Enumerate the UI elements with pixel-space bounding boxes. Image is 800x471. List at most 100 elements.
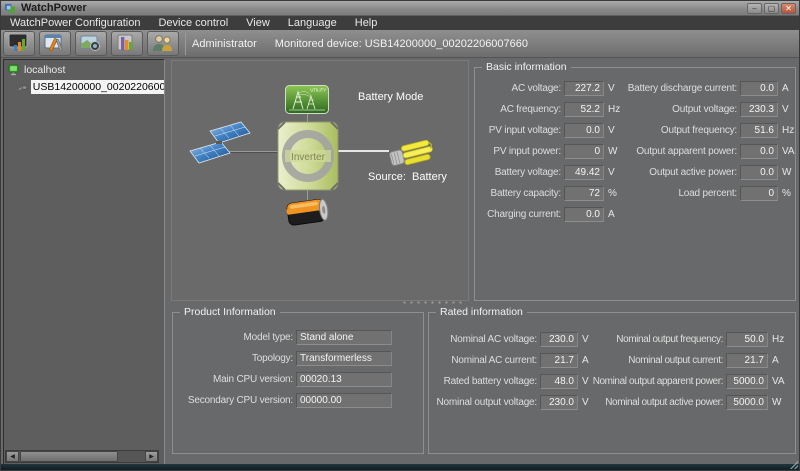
field-unit: VA	[782, 146, 795, 157]
watchpower-window: WatchPower – ▢ ✕ WatchPower Configuratio…	[0, 0, 800, 471]
monitoring-button[interactable]	[3, 31, 35, 56]
field-value: 227.2	[564, 81, 604, 96]
field-row: PV input voltage:0.0V	[479, 122, 620, 138]
field-value: 48.0	[540, 374, 578, 389]
tree-item-localhost[interactable]: localhost	[4, 60, 164, 78]
monitor-chart-icon	[7, 33, 31, 54]
field-row: Output active power:0.0 W	[619, 164, 795, 180]
field-value: 0.0	[564, 207, 604, 222]
product-information-panel: Product Information Model type:Stand alo…	[172, 312, 424, 454]
field-row: Nominal output active power:5000.0W	[583, 394, 785, 410]
splitter-grip[interactable]	[401, 300, 463, 305]
field-unit: Hz	[782, 125, 794, 136]
field-row: Load percent:0%	[619, 185, 795, 201]
field-label: Output frequency:	[619, 125, 737, 136]
menu-help[interactable]: Help	[346, 16, 387, 30]
toolbar-separator	[185, 33, 186, 55]
scroll-left-icon: ◀	[10, 454, 15, 460]
menu-language[interactable]: Language	[279, 16, 346, 30]
field-row: Secondary CPU version:00000.00	[181, 392, 392, 408]
current-user-label: Administrator	[192, 38, 257, 50]
close-button[interactable]: ✕	[781, 3, 796, 14]
user-management-button[interactable]	[147, 31, 179, 56]
field-value: Transformerless	[296, 351, 392, 366]
data-log-button[interactable]	[111, 31, 143, 56]
field-label: Load percent:	[619, 188, 737, 199]
basic-information-left-column: AC voltage:227.2VAC frequency:52.2HzPV i…	[479, 80, 620, 227]
field-value: 230.0	[540, 395, 578, 410]
field-value: 230.3	[740, 102, 778, 117]
field-unit: A	[608, 209, 615, 220]
field-value: 72	[564, 186, 604, 201]
battery-icon	[285, 197, 331, 229]
field-unit: W	[782, 167, 791, 178]
field-unit: Hz	[772, 334, 784, 345]
field-label: Output apparent power:	[619, 146, 737, 157]
product-information-title: Product Information	[180, 306, 280, 318]
field-label: Nominal AC current:	[433, 355, 537, 366]
app-icon	[5, 3, 16, 14]
rated-information-right-column: Nominal output frequency:50.0HzNominal o…	[583, 331, 785, 415]
utility-icon-label: UTILITY	[310, 88, 326, 93]
field-label: Nominal output apparent power:	[583, 376, 723, 387]
field-unit: V	[608, 125, 615, 136]
field-label: Topology:	[181, 353, 293, 364]
menu-device-control[interactable]: Device control	[149, 16, 237, 30]
basic-information-panel: Basic information AC voltage:227.2VAC fr…	[474, 67, 796, 301]
field-value: 0.0	[740, 81, 778, 96]
field-row: Nominal output frequency:50.0 Hz	[583, 331, 785, 347]
field-unit: A	[772, 355, 779, 366]
scrollbar-track[interactable]	[19, 451, 145, 462]
tree-horizontal-scrollbar: ◀ ▶	[5, 450, 159, 463]
field-value: 0	[564, 144, 604, 159]
rated-information-title: Rated information	[436, 306, 527, 318]
tree-item-device[interactable]: USB14200000_00202206007660	[4, 78, 164, 94]
field-row: Main CPU version:00020.13	[181, 371, 392, 387]
field-value: 0.0	[564, 123, 604, 138]
field-unit: A	[782, 83, 789, 94]
tree-device-label: USB14200000_00202206007660	[31, 80, 164, 94]
field-label: Output active power:	[619, 167, 737, 178]
field-value: 50.0	[726, 332, 768, 347]
field-row: AC frequency:52.2Hz	[479, 101, 620, 117]
bulb-load-icon	[388, 135, 436, 173]
field-row: Nominal AC voltage:230.0V	[433, 331, 589, 347]
screenshot-button[interactable]	[75, 31, 107, 56]
field-unit: W	[608, 146, 617, 157]
field-label: Battery capacity:	[479, 188, 561, 199]
field-row: PV input power:0W	[479, 143, 620, 159]
minimize-button[interactable]: –	[747, 3, 762, 14]
field-label: Battery discharge current:	[619, 83, 737, 94]
scrollbar-thumb[interactable]	[20, 451, 118, 462]
field-row: Model type:Stand alone	[181, 329, 392, 345]
menu-watchpower-configuration[interactable]: WatchPower Configuration	[1, 16, 149, 30]
field-value: 49.42	[564, 165, 604, 180]
solar-panel-icon	[186, 119, 252, 173]
menu-view[interactable]: View	[237, 16, 279, 30]
field-unit: V	[782, 104, 789, 115]
field-label: Nominal output frequency:	[583, 334, 723, 345]
field-label: Nominal output current:	[583, 355, 723, 366]
minimize-icon: –	[752, 4, 756, 13]
field-unit: %	[608, 188, 617, 199]
scroll-right-button[interactable]: ▶	[145, 451, 158, 462]
field-value: 00000.00	[296, 393, 392, 408]
maximize-button[interactable]: ▢	[764, 3, 779, 14]
field-row: Rated battery voltage:48.0V	[433, 373, 589, 389]
user-management-icon	[151, 33, 175, 54]
rated-information-left-column: Nominal AC voltage:230.0V Nominal AC curr…	[433, 331, 589, 415]
resize-grip[interactable]	[790, 461, 798, 469]
source-label: Source: Battery	[368, 171, 447, 183]
close-icon: ✕	[785, 4, 792, 13]
monitored-device-label: Monitored device:	[275, 38, 362, 50]
field-label: Nominal output voltage:	[433, 397, 537, 408]
scroll-right-icon: ▶	[149, 454, 154, 460]
field-row: Nominal output apparent power:5000.0VA	[583, 373, 785, 389]
field-label: Charging current:	[479, 209, 561, 220]
field-value: 0.0	[740, 165, 778, 180]
field-label: Nominal AC voltage:	[433, 334, 537, 345]
parameter-setting-button[interactable]	[39, 31, 71, 56]
field-row: Battery voltage:49.42V	[479, 164, 620, 180]
toolbar-status-text: AdministratorMonitored device: USB142000…	[192, 38, 528, 50]
scroll-left-button[interactable]: ◀	[6, 451, 19, 462]
